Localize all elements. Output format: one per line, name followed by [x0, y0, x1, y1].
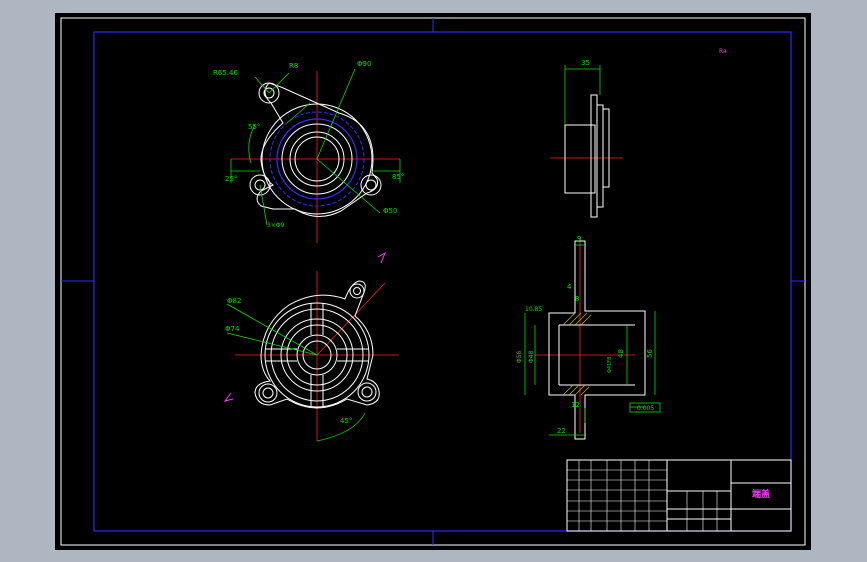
side-view: 35 Ra [550, 48, 727, 218]
dim-tolerance: 0.005 [637, 405, 654, 412]
dim-48: 48 [617, 349, 625, 358]
cad-drawing: R65.46 R8 Φ90 Φ50 3×Φ9 55° 25° 85° Φ82 Φ… [60, 17, 806, 546]
dim-angle-85: 85° [392, 173, 404, 181]
inner-border [93, 31, 792, 532]
dim-fit: Φ41F8 [607, 357, 613, 373]
outer-frame [60, 17, 806, 546]
dim-side-35: 35 [581, 59, 590, 67]
dim-d74: Φ74 [225, 325, 240, 333]
dim-10-85: 10.85 [525, 306, 542, 313]
section-view: 0.005 9 4 10.85 8 12 22 48 56 Φ56 Φ48 Φ4… [516, 235, 661, 440]
title-block: 端盖 [566, 459, 792, 532]
dim-d56: Φ56 [516, 350, 523, 363]
dim-4: 4 [567, 283, 572, 291]
dim-12: 12 [571, 401, 580, 409]
dim-d48: Φ48 [528, 350, 535, 363]
dim-8: 8 [575, 295, 579, 303]
top-view: R65.46 R8 Φ90 Φ50 3×Φ9 55° 25° 85° [213, 60, 404, 243]
part-name: 端盖 [752, 488, 770, 500]
bottom-view: Φ82 Φ74 45° [223, 251, 399, 442]
dim-56: 56 [646, 349, 654, 358]
dim-r8: R8 [289, 62, 298, 70]
dim-9: 9 [577, 235, 581, 243]
drawing-sheet: R65.46 R8 Φ90 Φ50 3×Φ9 55° 25° 85° Φ82 Φ… [55, 13, 811, 550]
dim-r65: R65.46 [213, 69, 238, 77]
dim-angle-55: 55° [248, 123, 260, 131]
roughness-note: Ra [719, 48, 727, 55]
dim-d82: Φ82 [227, 297, 241, 305]
dim-angle-45: 45° [340, 417, 352, 425]
dim-d90: Φ90 [357, 60, 371, 68]
dim-22: 22 [557, 427, 566, 435]
dim-holes: 3×Φ9 [267, 222, 285, 229]
dim-d50: Φ50 [383, 207, 397, 215]
dim-angle-25: 25° [225, 175, 237, 183]
